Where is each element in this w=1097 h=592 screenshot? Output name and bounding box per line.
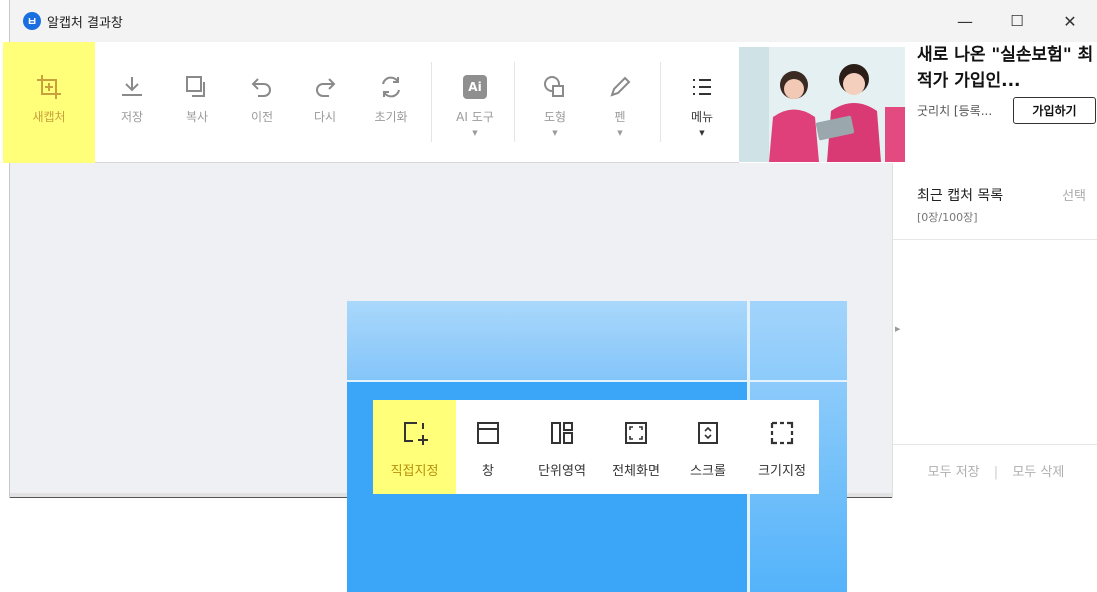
scroll-icon <box>693 418 723 448</box>
ai-tools-label: AI 도구 <box>456 110 494 124</box>
maximize-button[interactable]: ☐ <box>997 6 1037 36</box>
shapes-label: 도형 <box>543 110 567 124</box>
download-icon <box>115 70 149 104</box>
capture-mode-label: 전체화면 <box>612 464 660 479</box>
redo-button[interactable]: 다시 <box>292 42 358 163</box>
ad-title[interactable]: 새로 나온 "실손보험" 최적가 가입인... <box>917 42 1097 94</box>
capture-mode-fullscreen[interactable]: 전체화면 <box>601 400 671 494</box>
capture-mode-fixed-size[interactable]: 크기지정 <box>747 400 817 494</box>
new-capture-button[interactable]: 새캡처 <box>3 42 95 163</box>
recent-captures-title: 최근 캡처 목록 <box>917 188 1004 204</box>
pen-button[interactable]: 펜 ▼ <box>587 42 653 163</box>
copy-button[interactable]: 복사 <box>164 42 230 163</box>
copy-icon <box>180 70 214 104</box>
toolbar-divider <box>660 62 661 142</box>
region-select-icon <box>400 418 430 448</box>
chevron-down-icon: ▼ <box>472 129 478 137</box>
list-icon <box>685 70 719 104</box>
save-button[interactable]: 저장 <box>99 42 165 163</box>
window-icon <box>473 418 503 448</box>
chevron-down-icon: ▼ <box>699 129 705 137</box>
capture-mode-label: 스크롤 <box>690 464 726 479</box>
redo-label: 다시 <box>313 110 337 124</box>
select-button[interactable]: 선택 <box>1062 185 1086 204</box>
ai-tools-button[interactable]: Ai AI 도구 ▼ <box>440 42 510 163</box>
ad-image[interactable] <box>739 47 905 162</box>
capture-mode-label: 단위영역 <box>538 464 586 479</box>
app-icon: ㅂ <box>23 12 41 30</box>
new-capture-label: 새캡처 <box>32 110 66 124</box>
shapes-button[interactable]: 도형 ▼ <box>522 42 588 163</box>
ad-advertiser: 굿리치 [등록... <box>917 104 993 118</box>
capture-count: [0장/100장] <box>917 211 978 224</box>
ai-icon: Ai <box>458 70 492 104</box>
title-bar: ㅂ 알캡처 결과창 — ☐ ✕ <box>10 0 1097 42</box>
capture-mode-label: 창 <box>482 464 494 479</box>
redo-icon <box>308 70 342 104</box>
chevron-down-icon: ▼ <box>617 129 623 137</box>
recent-captures-panel: 최근 캡처 목록 선택 [0장/100장] 모두 저장 | 모두 삭제 <box>892 163 1097 498</box>
capture-mode-region[interactable]: 단위영역 <box>527 400 597 494</box>
toolbar-divider <box>514 62 515 142</box>
capture-mode-window[interactable]: 창 <box>461 400 515 494</box>
delete-all-button[interactable]: 모두 삭제 <box>1012 465 1064 480</box>
menu-button[interactable]: 메뉴 ▼ <box>669 42 735 163</box>
panel-toggle-icon[interactable]: ▶ <box>895 325 900 333</box>
pen-label: 펜 <box>614 110 626 124</box>
fullscreen-icon <box>621 418 651 448</box>
reset-label: 초기화 <box>374 110 408 124</box>
footer-divider: | <box>993 465 999 480</box>
window-title: 알캡처 결과창 <box>47 16 123 31</box>
sidebar-divider <box>893 239 1097 240</box>
chevron-down-icon: ▼ <box>552 129 558 137</box>
capture-mode-label: 직접지정 <box>390 464 439 479</box>
toolbar-divider <box>431 62 432 142</box>
overlay-top-region <box>347 301 747 380</box>
menu-label: 메뉴 <box>690 110 714 124</box>
overlay-divider <box>347 380 847 382</box>
close-button[interactable]: ✕ <box>1050 6 1090 36</box>
ad-banner[interactable]: 새로 나온 "실손보험" 최적가 가입인... 굿리치 [등록... 가입하기 <box>739 42 1097 163</box>
undo-label: 이전 <box>250 110 274 124</box>
copy-label: 복사 <box>185 110 209 124</box>
capture-mode-scroll[interactable]: 스크롤 <box>678 400 738 494</box>
save-all-button[interactable]: 모두 저장 <box>928 465 980 480</box>
refresh-icon <box>374 70 408 104</box>
minimize-button[interactable]: — <box>945 6 985 36</box>
shapes-icon <box>538 70 572 104</box>
reset-button[interactable]: 초기화 <box>358 42 424 163</box>
save-label: 저장 <box>120 110 144 124</box>
sidebar-divider <box>893 444 1097 445</box>
ad-signup-button[interactable]: 가입하기 <box>1013 97 1096 124</box>
capture-mode-bar: 직접지정 창 단위영역 전체화면 스크롤 크기지정 <box>373 400 819 494</box>
pen-icon <box>603 70 637 104</box>
undo-button[interactable]: 이전 <box>229 42 295 163</box>
sidebar-footer: 모두 저장 | 모두 삭제 <box>893 461 1097 480</box>
layout-icon <box>547 418 577 448</box>
capture-mode-direct[interactable]: 직접지정 <box>373 400 456 494</box>
crop-icon <box>32 70 66 104</box>
fixed-size-icon <box>767 418 797 448</box>
capture-mode-label: 크기지정 <box>758 464 806 479</box>
undo-icon <box>245 70 279 104</box>
